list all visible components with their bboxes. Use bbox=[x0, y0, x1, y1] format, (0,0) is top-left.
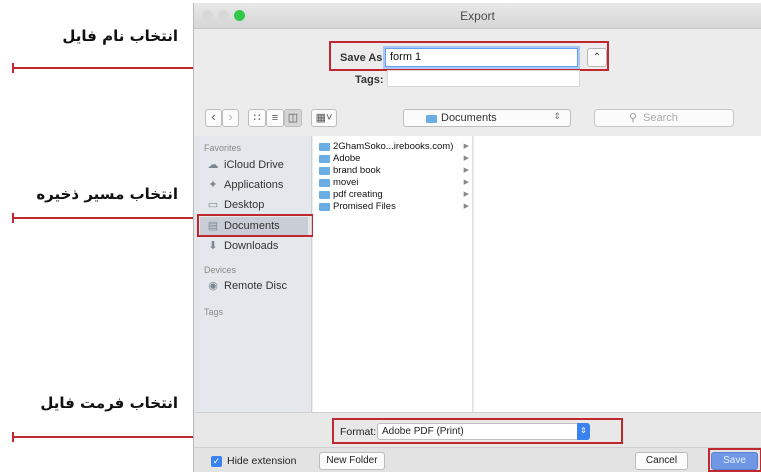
chevron-right-icon: ▶ bbox=[463, 167, 469, 174]
search-icon: ⚲ bbox=[629, 112, 638, 124]
sidebar-tags-header: Tags bbox=[204, 307, 224, 317]
column-view-icon: ◫ bbox=[287, 112, 299, 124]
updown-chevron-icon: ⇕ bbox=[553, 111, 561, 121]
annotation-filename-tick bbox=[12, 63, 14, 73]
list-item[interactable]: Adobe ▶ bbox=[317, 153, 469, 165]
sidebar-item-icloud-drive[interactable]: ☁ iCloud Drive bbox=[200, 156, 308, 175]
list-view-button[interactable]: ≡ bbox=[266, 109, 284, 127]
annotation-filename-label: انتخاب نام فایل bbox=[62, 27, 178, 45]
file-name: movei bbox=[333, 177, 359, 188]
list-item[interactable]: movei ▶ bbox=[317, 177, 469, 189]
folder-icon bbox=[319, 179, 330, 187]
annotation-filename: انتخاب نام فایل bbox=[0, 0, 368, 80]
list-item[interactable]: pdf creating ▶ bbox=[317, 189, 469, 201]
export-dialog: Export Save As: form 1 ⌃ Tags: ‹ › ∷ ≡ ◫… bbox=[193, 3, 761, 472]
folder-icon bbox=[426, 115, 437, 123]
back-button[interactable]: ‹ bbox=[205, 109, 222, 127]
chevron-right-icon: ▶ bbox=[463, 143, 469, 150]
sidebar-favorites-header: Favorites bbox=[204, 143, 242, 153]
annotation-location-tick bbox=[12, 213, 14, 223]
list-view-icon: ≡ bbox=[271, 112, 279, 124]
list-item[interactable]: Promised Files ▶ bbox=[317, 201, 469, 213]
icon-view-icon: ∷ bbox=[253, 112, 261, 124]
annotation-location: انتخاب مسیر ذخیره bbox=[0, 170, 198, 230]
chevron-right-icon: ▶ bbox=[463, 155, 469, 162]
cloud-icon: ☁ bbox=[207, 159, 219, 171]
file-column: 2GhamSoko...irebooks.com) ▶ Adobe ▶ bran… bbox=[313, 136, 473, 412]
file-name: pdf creating bbox=[333, 189, 383, 200]
folder-icon bbox=[319, 143, 330, 151]
file-name: Adobe bbox=[333, 153, 361, 164]
gallery-view-icon: ▦˅ bbox=[315, 112, 333, 124]
downloads-icon: ⬇ bbox=[208, 240, 218, 252]
window-title: Export bbox=[460, 9, 495, 23]
annotation-format-label: انتخاب فرمت فایل bbox=[40, 394, 178, 412]
sidebar-item-label: Desktop bbox=[224, 199, 265, 211]
title-bar: Export bbox=[194, 3, 761, 29]
format-highlight bbox=[332, 418, 623, 444]
hide-extension-checkbox[interactable]: ✓ bbox=[211, 456, 222, 467]
sidebar-item-downloads[interactable]: ⬇ Downloads bbox=[200, 237, 308, 256]
sidebar-item-label: Applications bbox=[224, 179, 284, 191]
save-as-highlight bbox=[329, 41, 609, 71]
folder-icon bbox=[319, 167, 330, 175]
sidebar: Favorites ☁ iCloud Drive ✦ Applications … bbox=[194, 136, 312, 412]
column-view-button[interactable]: ◫ bbox=[284, 109, 302, 127]
sidebar-item-label: Remote Disc bbox=[224, 280, 287, 292]
folder-icon bbox=[319, 191, 330, 199]
search-field[interactable]: ⚲ Search bbox=[594, 109, 734, 127]
location-label: Documents bbox=[441, 112, 497, 124]
gallery-view-button[interactable]: ▦˅ bbox=[311, 109, 337, 127]
file-name: Promised Files bbox=[333, 201, 396, 212]
forward-button[interactable]: › bbox=[222, 109, 239, 127]
applications-icon: ✦ bbox=[208, 179, 218, 191]
sidebar-item-remote-disc[interactable]: ◉ Remote Disc bbox=[200, 277, 308, 296]
annotation-location-line bbox=[12, 217, 198, 219]
list-item[interactable]: brand book ▶ bbox=[317, 165, 469, 177]
desktop-icon: ▭ bbox=[207, 199, 219, 211]
chevron-right-icon: ▶ bbox=[463, 203, 469, 210]
hide-extension-label: Hide extension bbox=[227, 455, 297, 467]
sidebar-devices-header: Devices bbox=[204, 265, 237, 275]
chevron-right-icon: ▶ bbox=[463, 191, 469, 198]
new-folder-button[interactable]: New Folder bbox=[319, 452, 385, 470]
file-name: 2GhamSoko...irebooks.com) bbox=[333, 141, 454, 152]
folder-icon bbox=[319, 203, 330, 211]
file-name: brand book bbox=[333, 165, 381, 176]
annotation-format: انتخاب فرمت فایل bbox=[0, 380, 328, 460]
search-placeholder: Search bbox=[643, 112, 678, 124]
annotation-format-tick bbox=[12, 432, 14, 442]
location-dropdown[interactable]: Documents ⇕ bbox=[403, 109, 571, 127]
folder-icon bbox=[319, 155, 330, 163]
icon-view-button[interactable]: ∷ bbox=[248, 109, 266, 127]
chevron-right-icon: ▶ bbox=[463, 179, 469, 186]
sidebar-item-label: iCloud Drive bbox=[224, 159, 284, 171]
disc-icon: ◉ bbox=[208, 280, 218, 292]
sidebar-item-label: Downloads bbox=[224, 240, 279, 252]
save-highlight bbox=[708, 448, 761, 472]
list-item[interactable]: 2GhamSoko...irebooks.com) ▶ bbox=[317, 141, 469, 153]
documents-highlight bbox=[197, 214, 314, 237]
annotation-location-label: انتخاب مسیر ذخیره bbox=[36, 185, 178, 203]
tags-label: Tags: bbox=[355, 74, 384, 86]
sidebar-item-desktop[interactable]: ▭ Desktop bbox=[200, 196, 308, 215]
preview-column bbox=[474, 136, 761, 412]
cancel-button[interactable]: Cancel bbox=[635, 452, 688, 470]
sidebar-item-applications[interactable]: ✦ Applications bbox=[200, 176, 308, 195]
tags-input[interactable] bbox=[387, 70, 580, 87]
